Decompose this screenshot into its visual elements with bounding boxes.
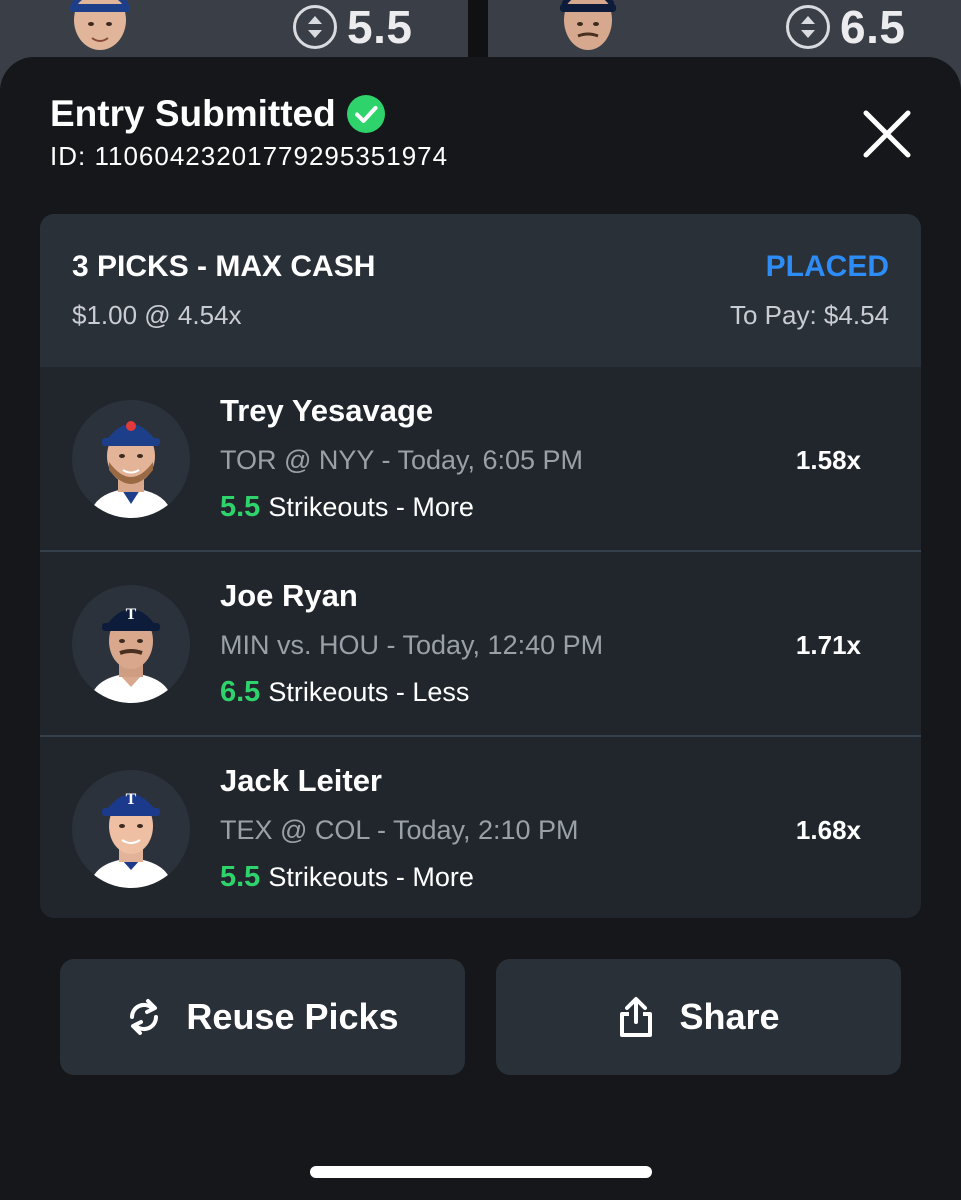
player-avatar — [72, 400, 190, 518]
stat-selection: Strikeouts - Less — [268, 677, 470, 707]
refresh-icon — [130, 999, 159, 1035]
game-info: MIN vs. HOU - Today, 12:40 PM — [220, 630, 604, 660]
stat-selection: Strikeouts - More — [268, 492, 474, 522]
background-line: 5.5 — [293, 0, 412, 54]
stat-selection: Strikeouts - More — [268, 862, 474, 892]
entry-type: 3 PICKS - MAX CASH — [72, 250, 376, 283]
share-icon — [620, 997, 653, 1037]
close-icon[interactable] — [858, 105, 916, 163]
background-line: 6.5 — [786, 0, 905, 54]
pick-row[interactable]: Trey Yesavage TOR @ NYY - Today, 6:05 PM… — [40, 367, 921, 551]
home-indicator[interactable] — [310, 1166, 652, 1178]
player-avatar: T — [72, 770, 190, 888]
game-info: TOR @ NYY - Today, 6:05 PM — [220, 445, 584, 475]
entry-id: ID: 11060423201779295351974 — [50, 141, 449, 171]
background-line-value: 6.5 — [840, 1, 906, 53]
player-name: Jack Leiter — [220, 763, 382, 798]
pick-multiplier: 1.71x — [795, 630, 861, 660]
pick-line: 5.5 Strikeouts - More — [220, 861, 474, 894]
sheet-header: Entry Submitted — [50, 93, 386, 135]
reuse-picks-button[interactable]: Reuse Picks — [60, 959, 465, 1075]
svg-text:T: T — [126, 606, 137, 623]
player-headshot — [560, 0, 616, 50]
up-down-arrows-icon[interactable] — [293, 5, 337, 49]
pick-multiplier: 1.58x — [795, 445, 861, 475]
svg-text:T: T — [126, 791, 137, 808]
entry-card: 3 PICKS - MAX CASH PLACED $1.00 @ 4.54x … — [40, 214, 921, 918]
entry-wager: $1.00 @ 4.54x — [72, 300, 242, 330]
game-info: TEX @ COL - Today, 2:10 PM — [220, 815, 579, 845]
background-line-value: 5.5 — [347, 1, 413, 53]
pick-line: 6.5 Strikeouts - Less — [220, 676, 469, 709]
share-button[interactable]: Share — [496, 959, 901, 1075]
player-avatar: T — [72, 585, 190, 703]
reuse-picks-label: Reuse Picks — [186, 996, 399, 1037]
player-name: Trey Yesavage — [220, 393, 434, 428]
entry-summary: 3 PICKS - MAX CASH PLACED $1.00 @ 4.54x … — [40, 214, 921, 367]
check-circle-icon — [346, 95, 385, 133]
pick-multiplier: 1.68x — [795, 815, 861, 845]
line-value: 6.5 — [220, 676, 261, 708]
share-label: Share — [679, 996, 780, 1037]
pick-line: 5.5 Strikeouts - More — [220, 491, 474, 524]
sheet-title: Entry Submitted — [50, 93, 336, 134]
entry-submitted-sheet: Entry Submitted ID: 11060423201779295351… — [0, 57, 961, 1200]
up-down-arrows-icon[interactable] — [786, 5, 830, 49]
status-badge: PLACED — [765, 250, 889, 283]
screen: 5.5 6.5 Entry Submitted ID: 110604232017… — [0, 0, 961, 1200]
line-value: 5.5 — [220, 861, 261, 893]
pick-row[interactable]: T Joe Ryan MIN vs. HOU - Today, 12:40 PM… — [40, 552, 921, 736]
pick-row[interactable]: T Jack Leiter TEX @ COL - Today, 2:10 PM… — [40, 737, 921, 918]
line-value: 5.5 — [220, 491, 261, 523]
player-headshot — [70, 0, 130, 50]
entry-payout: To Pay: $4.54 — [730, 300, 889, 330]
player-name: Joe Ryan — [220, 578, 358, 613]
